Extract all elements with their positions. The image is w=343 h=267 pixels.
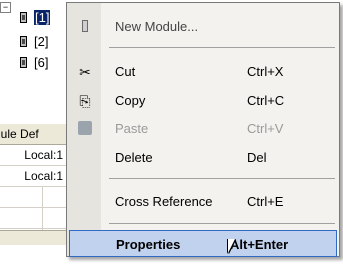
- tree-node-label: [1]: [34, 9, 51, 25]
- copy-icon: ⎘: [79, 93, 91, 109]
- grid-cell: Local:1: [24, 148, 63, 162]
- menu-item-shortcut: Ctrl+E: [247, 194, 284, 209]
- collapse-toggle-icon[interactable]: −: [0, 2, 11, 13]
- table-row[interactable]: Local:1: [0, 145, 75, 166]
- menu-item-cut[interactable]: ✂ Cut Ctrl+X: [67, 58, 339, 85]
- grid-cell: Local:1: [24, 169, 63, 183]
- table-row[interactable]: [0, 208, 75, 229]
- tree-node-label: [6]: [34, 54, 49, 70]
- menu-item-label: Paste: [115, 121, 149, 136]
- module-grid: dule Def Local:1 Local:1: [0, 124, 75, 244]
- tree-node-1[interactable]: [1]: [20, 8, 51, 26]
- module-icon: [20, 11, 27, 23]
- menu-item-label: Delete: [115, 150, 153, 165]
- menu-item-shortcut: Ctrl+V: [247, 121, 284, 136]
- menu-item-shortcut: Alt+Enter: [230, 237, 289, 252]
- context-menu: New Module... ✂ Cut Ctrl+X ⎘ Copy Ctrl+C…: [66, 2, 340, 257]
- menu-item-label: Cross Reference: [115, 194, 213, 209]
- menu-separator: [109, 223, 335, 224]
- menu-item-paste[interactable]: Paste Ctrl+V: [67, 115, 339, 142]
- menu-item-shortcut: Ctrl+C: [247, 93, 285, 108]
- menu-item-shortcut: Ctrl+X: [247, 64, 284, 79]
- menu-item-label: Copy: [115, 93, 146, 108]
- table-row[interactable]: Local:1: [0, 166, 75, 187]
- module-icon: [20, 35, 27, 47]
- menu-item-copy[interactable]: ⎘ Copy Ctrl+C: [67, 87, 339, 114]
- module-icon: [77, 19, 93, 35]
- grid-column-header[interactable]: dule Def: [0, 124, 75, 145]
- menu-item-delete[interactable]: Delete Del: [67, 144, 339, 171]
- tree-node-label: [2]: [34, 33, 49, 49]
- scrollbar-strip[interactable]: [0, 230, 75, 245]
- menu-item-new-module[interactable]: New Module...: [67, 13, 339, 40]
- menu-item-cross-reference[interactable]: Cross Reference Ctrl+E: [67, 188, 339, 215]
- grid-header-label: dule Def: [0, 127, 39, 141]
- tree-node-2[interactable]: [2]: [20, 32, 48, 50]
- menu-separator: [109, 178, 335, 179]
- scissors-icon: ✂: [79, 64, 91, 80]
- module-icon: [20, 56, 27, 68]
- menu-item-label: Cut: [115, 64, 136, 79]
- mouse-cursor-icon: [228, 239, 235, 253]
- tree-node-6[interactable]: [6]: [20, 53, 48, 71]
- table-row[interactable]: [0, 187, 75, 208]
- menu-item-properties[interactable]: Properties Alt+Enter: [69, 230, 337, 257]
- tree-view: − [1] [2] [6]: [0, 0, 75, 124]
- menu-item-label: New Module...: [115, 19, 199, 34]
- paste-icon: [77, 121, 93, 137]
- menu-item-shortcut: Del: [247, 150, 267, 165]
- menu-item-label: Properties: [116, 237, 181, 252]
- menu-separator: [109, 47, 335, 48]
